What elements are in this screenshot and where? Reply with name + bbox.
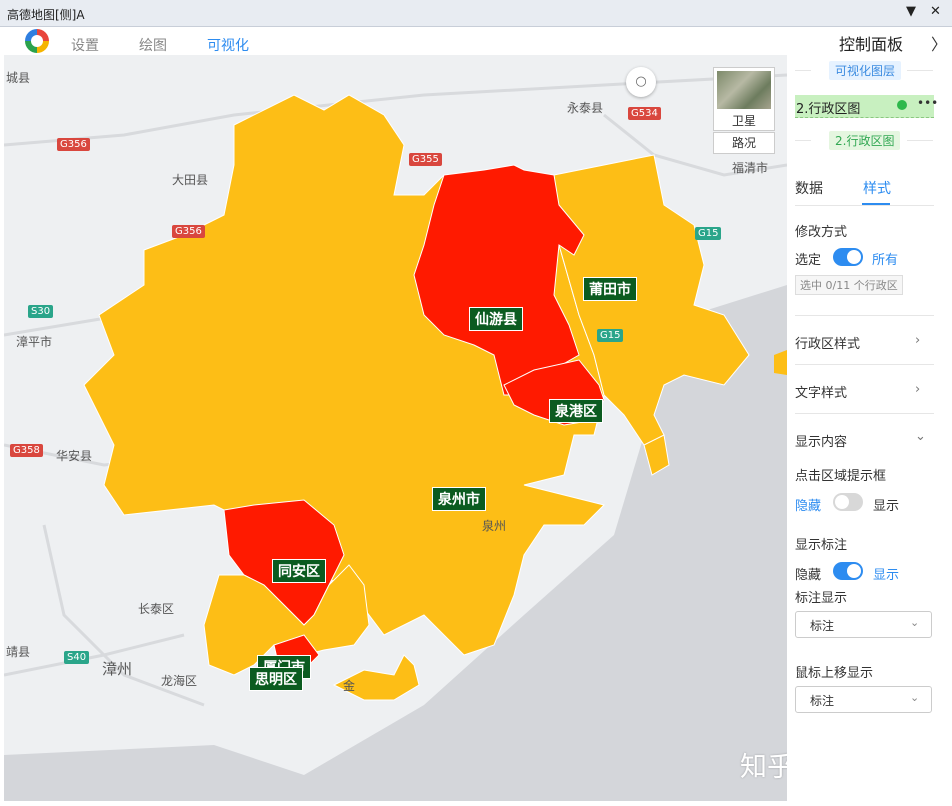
watermark: 知乎 @xomap: [740, 752, 787, 783]
divider: [795, 140, 811, 141]
place-jin: 金: [343, 679, 356, 693]
place-changtai: 长泰区: [138, 602, 175, 616]
chevron-down-icon: ⌄: [915, 429, 926, 444]
chevron-right-icon: ›: [915, 333, 921, 348]
road-s40: S40: [64, 651, 90, 664]
more-options-icon[interactable]: •••: [917, 96, 938, 110]
modify-left-label: 选定: [795, 253, 822, 268]
place-cheng: 城县: [6, 71, 31, 85]
section-display[interactable]: 显示内容: [795, 431, 925, 450]
subtab-style[interactable]: 样式: [863, 178, 891, 198]
road-g15-a: G15: [695, 227, 722, 240]
toggle-knob: [835, 495, 849, 509]
tab-drawing[interactable]: 绘图: [139, 35, 167, 55]
chevron-down-icon: ⌄: [910, 616, 920, 629]
place-yongtai: 永泰县: [567, 101, 604, 115]
road-s30: S30: [28, 305, 54, 318]
marker-hide-label: 隐藏: [795, 568, 822, 583]
toggle-knob: [847, 250, 861, 264]
satellite-toggle[interactable]: 卫星: [713, 67, 775, 131]
divider: [907, 70, 933, 71]
panel-collapse-icon[interactable]: 〉: [931, 31, 947, 55]
toggle-knob: [847, 564, 861, 578]
place-jing: 靖县: [6, 645, 31, 659]
section-text-style[interactable]: 文字样式: [795, 382, 925, 401]
road-g534: G534: [628, 107, 661, 120]
panel-title: 控制面板: [839, 35, 904, 54]
click-tip-hide-label: 隐藏: [795, 499, 822, 514]
dropdown-icon[interactable]: ▼: [906, 4, 916, 19]
region-label-quanzhou[interactable]: 泉州市: [432, 487, 486, 511]
modify-mode-toggle[interactable]: [833, 248, 863, 266]
select-value: 标注: [810, 619, 835, 633]
layer-item-label: 2.行政区图: [796, 102, 861, 117]
satellite-thumbnail: [717, 71, 771, 109]
chevron-down-icon: ⌄: [910, 691, 920, 704]
click-tip-label: 点击区域提示框: [795, 469, 887, 484]
show-marker-label: 显示标注: [795, 538, 848, 553]
app-logo-icon: [25, 29, 49, 53]
control-panel: 控制面板 〉 可视化图层 2.行政区图 ••• 2.行政区图 数据 样式 修改方…: [787, 27, 952, 806]
road-g15-b: G15: [597, 329, 624, 342]
window-title: 高德地图[侧]A: [7, 8, 85, 22]
layer-item-admin-map[interactable]: 2.行政区图 •••: [795, 95, 938, 118]
close-icon[interactable]: ✕: [930, 4, 941, 19]
map-canvas[interactable]: 永泰县 福清市 大田县 漳平市 华安县 长泰区 漳州 龙海区 靖县 城县 金 泉…: [4, 55, 787, 801]
chevron-right-icon: ›: [915, 382, 921, 397]
region-label-siming[interactable]: 思明区: [249, 667, 303, 691]
divider: [795, 413, 934, 414]
satellite-label: 卫星: [731, 114, 756, 128]
marker-display-label: 标注显示: [795, 591, 848, 606]
traffic-toggle[interactable]: 路况: [713, 132, 775, 154]
hover-display-label: 鼠标上移显示: [795, 666, 874, 681]
place-datian: 大田县: [172, 173, 209, 187]
place-quanzhou-city: 泉州: [482, 519, 507, 533]
region-label-xianyou[interactable]: 仙游县: [469, 307, 523, 331]
place-zhangzhou: 漳州: [102, 660, 133, 678]
subtab-data[interactable]: 数据: [795, 178, 823, 198]
tab-visualization[interactable]: 可视化: [207, 35, 249, 55]
road-g356-a: G356: [57, 138, 90, 151]
layer-group-admin[interactable]: 2.行政区图: [829, 131, 901, 150]
region-label-tongan[interactable]: 同安区: [272, 559, 326, 583]
divider: [795, 70, 811, 71]
modify-label: 修改方式: [795, 225, 848, 240]
divider: [795, 315, 934, 316]
map-svg: [4, 73, 787, 801]
window-titlebar: 高德地图[侧]A ▼ ✕: [0, 0, 952, 27]
divider: [795, 364, 934, 365]
hover-display-select[interactable]: 标注 ⌄: [795, 686, 932, 713]
search-icon: ○: [635, 74, 647, 89]
top-tab-bar: [0, 27, 787, 55]
road-g355: G355: [409, 153, 442, 166]
road-g358: G358: [10, 444, 43, 457]
modify-right-label: 所有: [872, 253, 899, 268]
place-huaan: 华安县: [56, 449, 93, 463]
select-value: 标注: [810, 694, 835, 708]
marker-show-label: 显示: [873, 568, 900, 583]
road-g356-b: G356: [172, 225, 205, 238]
visibility-bulb-icon[interactable]: [897, 100, 907, 110]
place-zhangping: 漳平市: [16, 335, 53, 349]
click-tip-show-label: 显示: [873, 499, 900, 514]
marker-toggle[interactable]: [833, 562, 863, 580]
section-region-style[interactable]: 行政区样式: [795, 333, 925, 352]
selected-count: 选中 0/11 个行政区: [795, 275, 903, 295]
region-label-putian[interactable]: 莆田市: [583, 277, 637, 301]
region-label-quangang[interactable]: 泉港区: [549, 399, 603, 423]
map-search-button[interactable]: ○: [626, 67, 656, 97]
click-tip-toggle[interactable]: [833, 493, 863, 511]
place-longhai: 龙海区: [161, 674, 198, 688]
place-fuqing: 福清市: [732, 161, 769, 175]
divider: [795, 205, 934, 206]
layer-group-visual[interactable]: 可视化图层: [829, 61, 902, 80]
tab-settings[interactable]: 设置: [71, 35, 99, 55]
marker-display-select[interactable]: 标注 ⌄: [795, 611, 932, 638]
divider: [907, 140, 933, 141]
